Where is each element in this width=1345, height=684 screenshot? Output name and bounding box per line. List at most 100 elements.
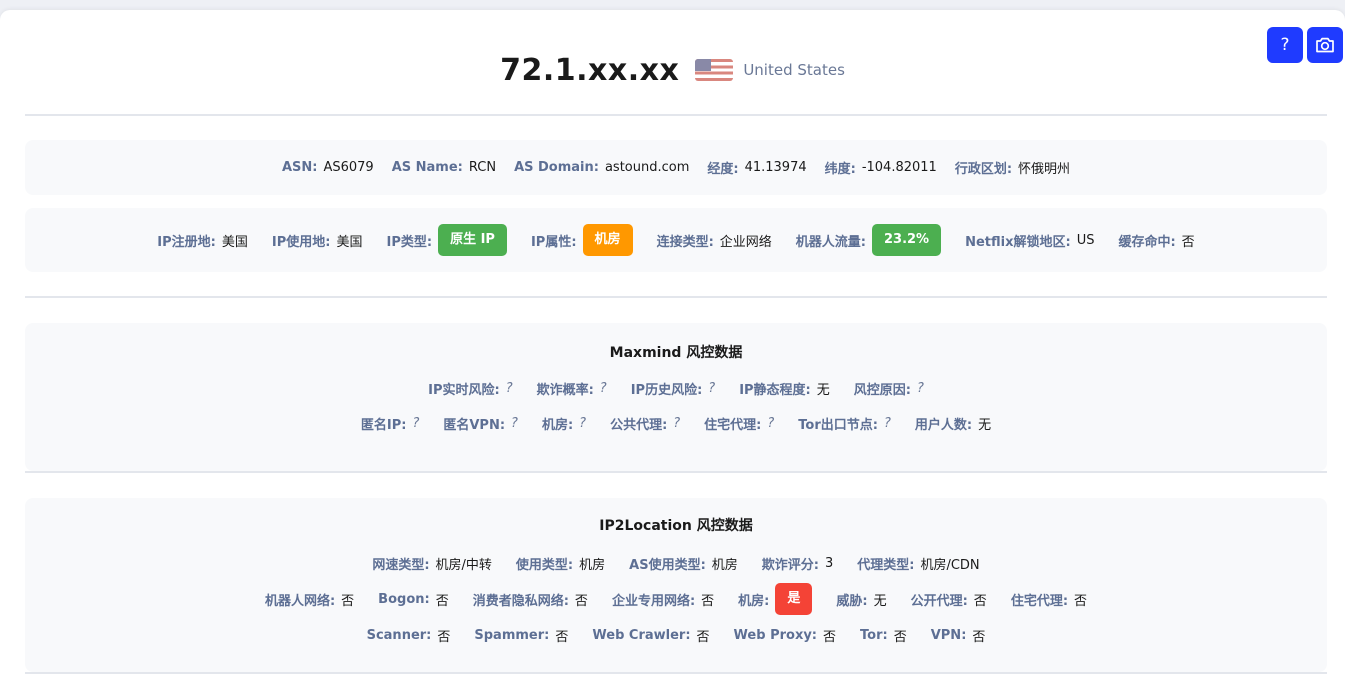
field-label: Tor出口节点:: [798, 417, 878, 433]
field-label: 住宅代理:: [1010, 593, 1069, 609]
summary-row-2: IP注册地: 美国 IP使用地: 美国 IP类型: 原生 IP IP属性: 机房 连接类型: 企业…: [25, 208, 1327, 272]
field-value: ?: [412, 415, 420, 431]
info-field: 网速类型: 机房/中转: [372, 554, 492, 573]
info-field: Scanner: 否: [367, 626, 451, 645]
info-field: 行政区划: 怀俄明州: [955, 158, 1070, 177]
field-label: IP使用地:: [271, 234, 331, 250]
status-badge: 是: [775, 583, 813, 615]
field-value: ?: [916, 380, 924, 396]
country-name: United States: [743, 61, 845, 79]
info-field: Netflix解锁地区: US: [965, 231, 1094, 250]
info-field: AS Domain: astound.com: [514, 160, 689, 175]
field-label: 企业专用网络:: [611, 593, 696, 609]
field-value: 否: [1074, 593, 1088, 609]
maxmind-card: Maxmind 风控数据 IP实时风险:? 欺诈概率:? IP历史风险:? IP静态程…: [25, 323, 1327, 471]
field-label: 公共代理:: [610, 417, 668, 433]
info-field: 公开代理: 否: [911, 590, 987, 609]
field-label: Tor:: [860, 627, 888, 643]
field-label: ASN:: [281, 160, 318, 175]
info-field: 威胁: 无: [836, 590, 886, 609]
field-value: ?: [673, 415, 681, 431]
info-field: 缓存命中: 否: [1118, 231, 1194, 250]
field-value: ?: [511, 415, 518, 431]
field-value: astound.com: [604, 160, 690, 175]
info-field: IP使用地: 美国: [272, 231, 363, 250]
info-field: Web Crawler: 否: [592, 626, 709, 645]
ip-address: 72.1.xx.xx: [500, 52, 680, 88]
status-badge: 原生 IP: [438, 224, 507, 256]
status-badge: 23.2%: [871, 224, 942, 256]
info-field: IP属性: 机房: [531, 224, 633, 256]
field-value: 美国: [221, 234, 248, 250]
field-value: 否: [555, 629, 569, 645]
info-field: 消费者隐私网络: 否: [473, 590, 588, 609]
field-value: 否: [973, 593, 987, 609]
field-value: RCN: [468, 160, 497, 175]
field-label: IP静态程度:: [739, 382, 811, 398]
info-field: 使用类型: 机房: [516, 554, 605, 573]
field-label: 代理类型:: [857, 557, 915, 573]
field-value: 否: [341, 593, 355, 609]
ip2location-row-1: 网速类型: 机房/中转 使用类型: 机房 AS使用类型: 机房 欺诈评分: 3 代理类型: 机房/…: [25, 553, 1327, 573]
field-label: IP类型:: [386, 234, 433, 250]
maxmind-row-2: 匿名IP:? 匿名VPN:? 机房:? 公共代理:? 住宅代理:? Tor出口节点:? 用户…: [25, 413, 1327, 433]
field-value: 机房: [711, 557, 738, 573]
field-value: 机房: [579, 557, 606, 573]
field-label: 连接类型:: [656, 234, 714, 250]
field-value: 机房/CDN: [920, 557, 980, 573]
field-value: ?: [505, 380, 513, 396]
field-value: AS6079: [323, 160, 374, 175]
ip2location-row-2: 机器人网络: 否 Bogon: 否 消费者隐私网络: 否 企业专用网络: 否 机房: 是 威胁: 无 公…: [25, 583, 1327, 615]
field-value: 否: [893, 629, 907, 645]
info-field: 住宅代理: 否: [1011, 590, 1087, 609]
field-value: ?: [767, 415, 775, 431]
field-value: 怀俄明州: [1018, 162, 1071, 177]
field-label: 机房:: [541, 417, 574, 433]
info-field: 匿名VPN:?: [443, 414, 518, 433]
field-label: 缓存命中:: [1118, 234, 1176, 250]
field-label: Web Crawler:: [592, 627, 691, 643]
summary-card-1: ASN: AS6079 AS Name: RCN AS Domain: astound.c…: [25, 140, 1327, 195]
info-field: VPN: 否: [931, 626, 986, 645]
info-field: 用户人数: 无: [915, 414, 991, 433]
info-field: IP实时风险:?: [428, 379, 512, 398]
field-label: 公开代理:: [910, 593, 968, 609]
info-field: ASN: AS6079: [282, 160, 374, 175]
field-label: Bogon:: [378, 591, 430, 607]
info-field: 企业专用网络: 否: [612, 590, 714, 609]
field-label: Spammer:: [474, 627, 550, 643]
us-flag-icon: [695, 59, 734, 81]
info-field: 纬度: -104.82011: [825, 158, 937, 177]
divider: [25, 471, 1327, 473]
field-label: 行政区划:: [954, 162, 1013, 177]
field-label: AS Name:: [391, 160, 463, 175]
summary-row-1: ASN: AS6079 AS Name: RCN AS Domain: astound.c…: [25, 140, 1327, 195]
info-field: Tor出口节点:?: [798, 414, 891, 433]
field-label: 欺诈评分:: [761, 557, 819, 573]
field-label: 网速类型:: [372, 557, 430, 573]
field-label: 威胁:: [836, 593, 868, 609]
field-value: 41.13974: [744, 160, 807, 175]
field-value: ?: [579, 415, 587, 431]
info-field: 公共代理:?: [610, 414, 680, 433]
ip2location-row-3: Scanner: 否 Spammer: 否 Web Crawler: 否 Web Proxy…: [25, 625, 1327, 645]
field-value: 否: [701, 593, 715, 609]
field-label: IP历史风险:: [630, 382, 703, 398]
info-field: 连接类型: 企业网络: [657, 231, 772, 250]
divider: [25, 114, 1327, 116]
field-value: 否: [435, 593, 449, 609]
ip2location-card: IP2Location 风控数据 网速类型: 机房/中转 使用类型: 机房 AS使用类型…: [25, 498, 1327, 672]
field-label: 欺诈概率:: [536, 382, 594, 398]
field-label: 纬度:: [824, 162, 856, 177]
info-field: 匿名IP:?: [361, 414, 419, 433]
field-value: ?: [883, 415, 891, 431]
field-value: 否: [437, 629, 451, 645]
field-label: 机器人网络:: [264, 593, 336, 609]
field-value: ?: [708, 380, 716, 396]
field-value: ?: [599, 380, 607, 396]
field-label: IP实时风险:: [428, 382, 500, 398]
info-field: Web Proxy: 否: [734, 626, 836, 645]
field-label: 机房:: [738, 593, 770, 609]
field-label: 使用类型:: [515, 557, 574, 573]
field-label: Scanner:: [366, 627, 432, 643]
